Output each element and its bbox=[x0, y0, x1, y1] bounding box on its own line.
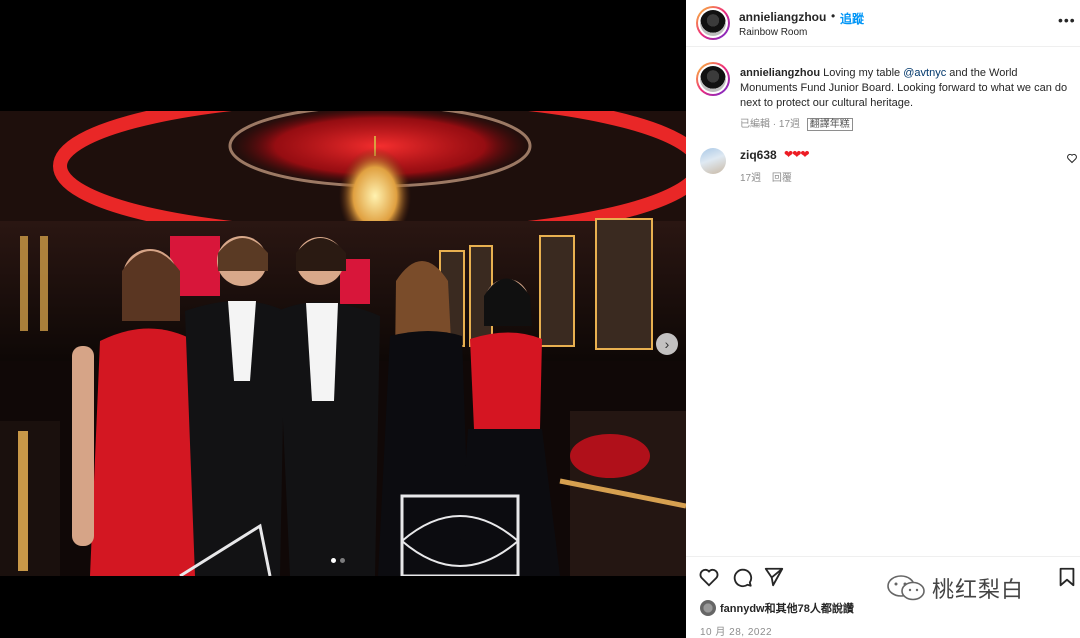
translate-button[interactable]: 翻譯年糕 bbox=[806, 118, 853, 131]
comment-like-heart-icon[interactable] bbox=[1066, 152, 1078, 164]
location-link[interactable]: Rainbow Room bbox=[739, 27, 807, 38]
commenter-username[interactable]: ziq638 bbox=[740, 148, 777, 162]
avatar-image bbox=[700, 66, 726, 92]
caption-username[interactable]: annieliangzhou bbox=[740, 67, 820, 79]
carousel-dot-1 bbox=[331, 558, 336, 563]
commenter-avatar[interactable] bbox=[700, 148, 726, 174]
carousel-dots bbox=[331, 558, 345, 563]
wechat-icon bbox=[887, 575, 925, 601]
caption-edited: 已編輯 bbox=[740, 119, 770, 130]
carousel-dot-2 bbox=[340, 558, 345, 563]
caption-text: annieliangzhou Loving my table @avtnyc a… bbox=[740, 66, 1070, 111]
header-divider bbox=[686, 46, 1080, 47]
header-separator: • bbox=[831, 9, 836, 23]
caption-age: 17週 bbox=[778, 119, 801, 130]
follow-button[interactable]: 追蹤 bbox=[840, 10, 864, 27]
author-avatar[interactable] bbox=[696, 6, 730, 40]
share-paper-plane-icon[interactable] bbox=[763, 566, 785, 588]
post-date: 10 月 28, 2022 bbox=[700, 627, 773, 638]
caption-text-before: Loving my table bbox=[823, 67, 904, 79]
caption-meta: 已編輯 · 17週 翻譯年糕 bbox=[740, 115, 853, 131]
caption-avatar[interactable] bbox=[696, 62, 730, 96]
like-heart-icon[interactable] bbox=[698, 566, 720, 588]
media-pane: › bbox=[0, 0, 686, 638]
save-bookmark-icon[interactable] bbox=[1056, 566, 1078, 588]
likes-summary[interactable]: fannydw和其他78人都說讚 bbox=[700, 600, 854, 616]
comment-meta: 17週 回覆 bbox=[740, 169, 792, 184]
photo-illustration bbox=[0, 111, 686, 576]
actions-divider bbox=[686, 556, 1080, 557]
likes-text: fannydw和其他78人都說讚 bbox=[720, 603, 854, 615]
avatar-image bbox=[700, 10, 726, 36]
post-header: annieliangzhou • 追蹤 Rainbow Room ••• bbox=[686, 0, 1080, 46]
watermark-text: 桃红梨白 bbox=[932, 578, 1025, 603]
action-bar: 桃红梨白 bbox=[686, 566, 1080, 603]
comment-age: 17週 bbox=[740, 173, 762, 184]
liker-avatar bbox=[700, 600, 716, 616]
caption-mention[interactable]: @avtnyc bbox=[903, 67, 946, 79]
comment-icon[interactable] bbox=[731, 566, 753, 588]
post-photo[interactable] bbox=[0, 111, 686, 576]
comment-body: ❤❤❤ bbox=[784, 149, 810, 161]
comment-reply-button[interactable]: 回覆 bbox=[772, 173, 792, 184]
author-username[interactable]: annieliangzhou bbox=[739, 10, 826, 24]
watermark: 桃红梨白 bbox=[886, 572, 1024, 604]
post-side-panel: annieliangzhou • 追蹤 Rainbow Room ••• ann… bbox=[686, 0, 1080, 638]
more-options-icon[interactable]: ••• bbox=[1058, 12, 1076, 28]
next-photo-button[interactable]: › bbox=[656, 333, 678, 355]
